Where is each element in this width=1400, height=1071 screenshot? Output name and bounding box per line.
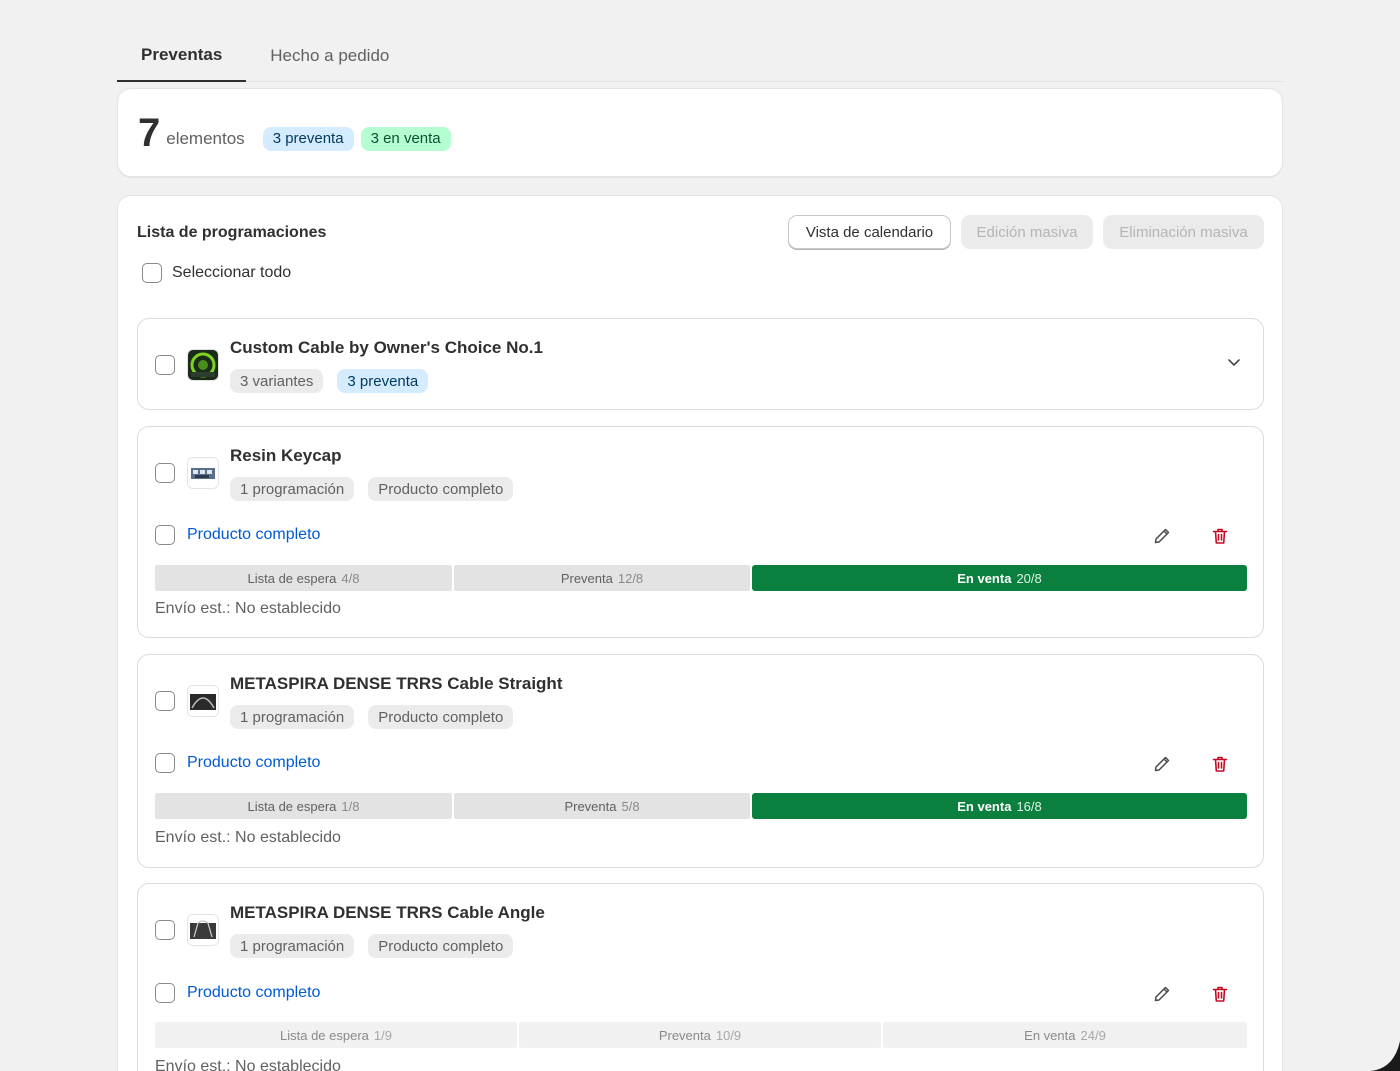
scope-badge: Producto completo <box>368 705 514 729</box>
waitlist-phase: Lista de espera 1/8 <box>155 793 452 819</box>
schedule-list-card: Lista de programaciones Vista de calenda… <box>117 195 1283 1071</box>
list-title: Lista de programaciones <box>137 224 327 241</box>
schedule-timeline: Lista de espera 1/8 Preventa 5/8 En venta 1… <box>155 793 1247 819</box>
onsale-phase: En venta 16/8 <box>752 793 1247 819</box>
estimated-shipping: Envío est.: No establecido <box>155 600 341 617</box>
trash-icon[interactable] <box>1209 753 1231 775</box>
variant-checkbox[interactable] <box>155 753 175 773</box>
chevron-down-icon[interactable] <box>1227 355 1241 369</box>
preorder-phase: Preventa 5/8 <box>454 793 750 819</box>
waitlist-phase: Lista de espera 4/8 <box>155 565 452 591</box>
full-product-link[interactable]: Producto completo <box>187 754 320 772</box>
full-product-link[interactable]: Producto completo <box>187 526 320 544</box>
bulk-delete-button[interactable]: Eliminación masiva <box>1103 215 1264 249</box>
trash-icon[interactable] <box>1209 983 1231 1005</box>
select-all-row[interactable]: Seleccionar todo <box>142 263 291 283</box>
product-thumbnail <box>187 349 219 381</box>
select-all-checkbox[interactable] <box>142 263 162 283</box>
tab-preventas[interactable]: Preventas <box>117 30 247 82</box>
item-title: METASPIRA DENSE TRRS Cable Straight <box>230 674 563 693</box>
product-thumbnail <box>187 914 219 946</box>
product-thumbnail <box>187 457 219 489</box>
scope-badge: Producto completo <box>368 934 514 958</box>
schedules-badge: 1 programación <box>230 705 355 729</box>
onsale-phase: En venta 20/8 <box>752 565 1247 591</box>
tab-hecho-a-pedido[interactable]: Hecho a pedido <box>246 30 413 82</box>
preorder-badge: 3 preventa <box>337 369 429 393</box>
onsale-phase: En venta 24/9 <box>883 1022 1247 1048</box>
elements-count: 7 <box>138 110 161 155</box>
variants-badge: 3 variantes <box>230 369 324 393</box>
window-corner <box>1370 1041 1400 1071</box>
item-checkbox[interactable] <box>155 920 175 940</box>
schedule-timeline: Lista de espera 4/8 Preventa 12/8 En venta… <box>155 565 1247 591</box>
calendar-view-button[interactable]: Vista de calendario <box>788 215 951 249</box>
product-thumbnail <box>187 685 219 717</box>
tab-bar: Preventas Hecho a pedido <box>117 30 1283 82</box>
schedule-item: METASPIRA DENSE TRRS Cable Angle 1 progr… <box>137 883 1264 1071</box>
waitlist-phase: Lista de espera 1/9 <box>155 1022 517 1048</box>
edit-icon[interactable] <box>1151 525 1173 547</box>
variant-row: Producto completo <box>155 983 320 1003</box>
preorder-count-badge: 3 preventa <box>262 126 354 151</box>
variant-checkbox[interactable] <box>155 983 175 1003</box>
variant-row: Producto completo <box>155 753 320 773</box>
preorder-phase: Preventa 10/9 <box>519 1022 881 1048</box>
schedules-badge: 1 programación <box>230 934 355 958</box>
onsale-count-badge: 3 en venta <box>360 126 451 151</box>
edit-icon[interactable] <box>1151 753 1173 775</box>
full-product-link[interactable]: Producto completo <box>187 984 320 1002</box>
schedule-item: Resin Keycap 1 programación Producto com… <box>137 426 1264 638</box>
scope-badge: Producto completo <box>368 477 514 501</box>
summary-card: 7 elementos 3 preventa 3 en venta <box>117 88 1283 177</box>
schedule-timeline: Lista de espera 1/9 Preventa 10/9 En venta… <box>155 1022 1247 1048</box>
elements-label: elementos <box>166 128 245 148</box>
item-title: Resin Keycap <box>230 446 342 465</box>
variant-checkbox[interactable] <box>155 525 175 545</box>
bulk-edit-button[interactable]: Edición masiva <box>961 215 1093 249</box>
preorder-phase: Preventa 12/8 <box>454 565 750 591</box>
item-checkbox[interactable] <box>155 691 175 711</box>
item-title: METASPIRA DENSE TRRS Cable Angle <box>230 903 545 922</box>
schedule-item: METASPIRA DENSE TRRS Cable Straight 1 pr… <box>137 654 1264 868</box>
variant-row: Producto completo <box>155 525 320 545</box>
schedules-badge: 1 programación <box>230 477 355 501</box>
item-title: Custom Cable by Owner's Choice No.1 <box>230 338 543 357</box>
estimated-shipping: Envío est.: No establecido <box>155 1058 341 1071</box>
estimated-shipping: Envío est.: No establecido <box>155 829 341 846</box>
select-all-label: Seleccionar todo <box>172 264 292 281</box>
trash-icon[interactable] <box>1209 525 1231 547</box>
item-checkbox[interactable] <box>155 463 175 483</box>
edit-icon[interactable] <box>1151 983 1173 1005</box>
item-checkbox[interactable] <box>155 355 175 375</box>
schedule-item: Custom Cable by Owner's Choice No.1 3 va… <box>137 318 1264 410</box>
